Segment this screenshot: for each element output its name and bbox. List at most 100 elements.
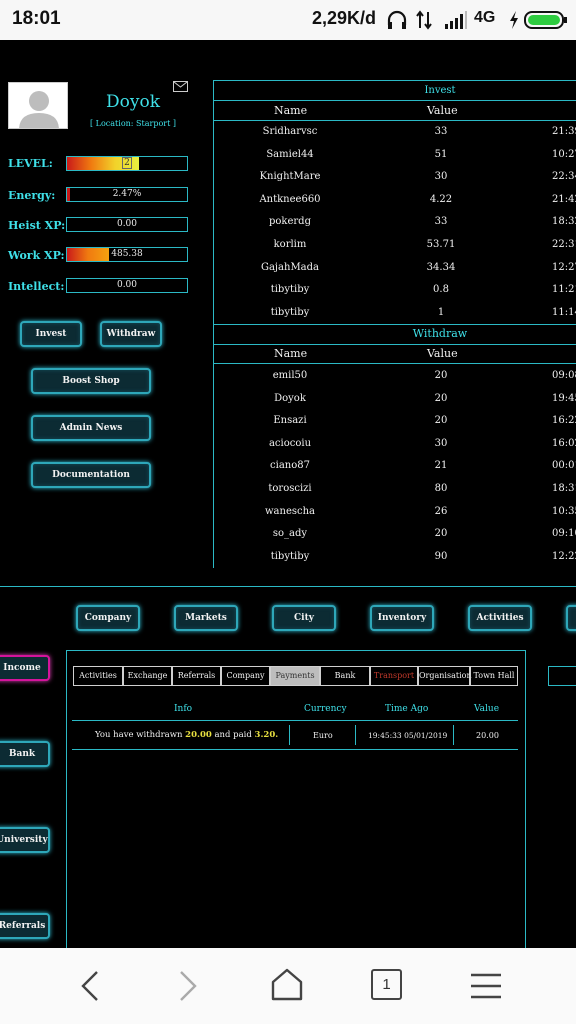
divider [453, 725, 454, 745]
boost-shop-button[interactable]: Boost Shop [31, 368, 151, 394]
tab-company[interactable]: Company [221, 666, 270, 686]
withdraw-col-name: Name [274, 347, 308, 360]
tab-bank[interactable]: Bank [320, 666, 370, 686]
row-value: 21 [434, 460, 448, 472]
row-name: so_ady [272, 528, 308, 540]
row-name: aciocoiu [268, 437, 312, 449]
row-value: 26 [434, 505, 448, 517]
work-xp-bar-fill [67, 248, 109, 261]
back-icon[interactable] [78, 970, 102, 1002]
nav-markets-button[interactable]: Markets [174, 605, 238, 631]
row-time: 12:22 [552, 550, 576, 562]
energy-value: 2.47% [112, 189, 142, 199]
tab-town-hall[interactable]: Town Hall [470, 666, 518, 686]
tab-payments[interactable]: Payments [270, 666, 320, 686]
home-icon[interactable] [270, 968, 304, 1002]
level-label: LEVEL: [8, 157, 53, 170]
row-name: toroscizi [268, 483, 312, 494]
side-referrals-button[interactable]: Referrals [0, 913, 50, 939]
nav-more-button[interactable] [566, 605, 576, 631]
log-col-currency: Currency [304, 704, 347, 714]
forward-icon[interactable] [176, 970, 200, 1002]
tab-activities[interactable]: Activities [73, 666, 123, 686]
tab-organisation[interactable]: Organisation [418, 666, 472, 686]
location-label: [ Location: Starport ] [90, 119, 176, 128]
avatar[interactable] [8, 82, 68, 129]
row-value: 30 [434, 437, 448, 449]
nav-inventory-button[interactable]: Inventory [370, 605, 434, 631]
row-time: 16:22 [552, 415, 576, 427]
divider [213, 80, 576, 81]
row-value: 90 [434, 550, 448, 562]
row-name: Samiel44 [266, 148, 314, 160]
tab-referrals[interactable]: Referrals [172, 666, 221, 686]
row-time: 10:27 [552, 148, 576, 160]
row-name: ciano87 [270, 460, 310, 472]
payments-panel [66, 650, 526, 950]
divider [72, 749, 518, 750]
invest-button[interactable]: Invest [20, 321, 82, 347]
intellect-value: 0.00 [116, 280, 138, 290]
row-value: 33 [434, 216, 448, 228]
row-value: 20 [434, 415, 448, 427]
level-bar: 2 [66, 156, 188, 171]
withdraw-table-title: Withdraw [412, 327, 468, 340]
admin-news-button[interactable]: Admin News [31, 415, 151, 441]
row-name: Antknee660 [259, 193, 321, 205]
log-value: 20.00 [476, 731, 499, 740]
withdraw-col-value: Value [427, 347, 458, 360]
row-time: 11:21 [552, 284, 576, 296]
intellect-label: Intellect: [8, 280, 65, 293]
log-row-info: You have withdrawn 20.00 and paid 3.20. [95, 730, 278, 740]
nav-company-button[interactable]: Company [76, 605, 140, 631]
row-value: 20 [434, 370, 448, 381]
menu-icon[interactable] [470, 972, 502, 1000]
row-time: 21:42 [552, 193, 576, 205]
row-time: 11:14 [552, 306, 576, 318]
row-name: GajahMada [260, 261, 320, 273]
heist-xp-bar: 0.00 [66, 217, 188, 232]
divider [213, 324, 576, 325]
row-time: 10:35 [552, 505, 576, 517]
row-name: tibytiby [270, 284, 310, 296]
tab-transport[interactable]: Transport [370, 666, 418, 686]
side-income-button[interactable]: Income [0, 655, 50, 681]
log-col-value: Value [474, 704, 500, 714]
log-time-ago: 19:45:33 05/01/2019 [368, 731, 448, 740]
row-name: Sridharvsc [262, 126, 318, 137]
row-name: tibytiby [270, 550, 310, 562]
row-name: tibytiby [270, 306, 310, 318]
documentation-button[interactable]: Documentation [31, 462, 151, 488]
row-time: 22:31 [552, 239, 576, 250]
signal-icon [445, 11, 467, 29]
tab-exchange[interactable]: Exchange [123, 666, 172, 686]
row-time: 00:01 [552, 460, 576, 472]
log-currency: Euro [313, 731, 333, 740]
browser-nav-bar: 1 [0, 948, 576, 1024]
heist-xp-label: Heist XP: [8, 219, 66, 232]
row-time: 21:39 [552, 126, 576, 137]
work-xp-value: 485.38 [111, 249, 143, 259]
row-name: Doyok [274, 392, 306, 404]
divider [213, 344, 576, 345]
row-time: 18:32 [552, 216, 576, 228]
nav-city-button[interactable]: City [272, 605, 336, 631]
tabs-count-button[interactable]: 1 [371, 969, 402, 1000]
invest-col-name: Name [274, 104, 308, 117]
divider [213, 363, 576, 364]
row-value: 4.22 [429, 193, 453, 205]
log-info-prefix: You have withdrawn [95, 730, 183, 740]
nav-activities-button[interactable]: Activities [468, 605, 532, 631]
row-value: 20 [434, 528, 448, 540]
side-university-button[interactable]: University [0, 827, 50, 853]
divider [72, 720, 518, 721]
withdraw-button[interactable]: Withdraw [100, 321, 162, 347]
status-bar: 18:01 2,29K/d 4G [0, 0, 576, 40]
work-xp-label: Work XP: [8, 249, 65, 262]
row-time: 18:31 [552, 483, 576, 494]
user-silhouette-icon [9, 83, 67, 128]
charging-icon [510, 11, 518, 29]
side-bank-button[interactable]: Bank [0, 741, 50, 767]
side-panel-tab[interactable] [548, 666, 576, 686]
mail-icon[interactable] [173, 81, 188, 92]
